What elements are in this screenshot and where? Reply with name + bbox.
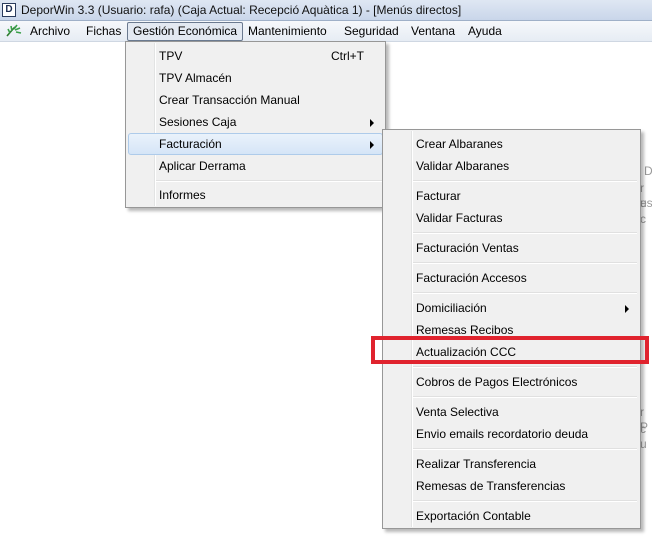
submenu-arrow-icon bbox=[370, 141, 374, 149]
menu-item-cobros-pagos-electronicos[interactable]: Cobros de Pagos Electrónicos bbox=[385, 371, 638, 393]
menu-item-domiciliacion[interactable]: Domiciliación bbox=[385, 297, 638, 319]
menu-item-realizar-transferencia[interactable]: Realizar Transferencia bbox=[385, 453, 638, 475]
menu-item-envio-emails-deuda[interactable]: Envio emails recordatorio deuda bbox=[385, 423, 638, 445]
menu-mantenimiento[interactable]: Mantenimiento bbox=[248, 24, 327, 38]
menu-item-remesas-transferencias[interactable]: Remesas de Transferencias bbox=[385, 475, 638, 497]
menu-item-aplicar-derrama[interactable]: Aplicar Derrama bbox=[128, 155, 383, 177]
submenu-arrow-icon bbox=[625, 305, 629, 313]
title-bar: D DeporWin 3.3 (Usuario: rafa) (Caja Act… bbox=[0, 0, 652, 21]
background-text-fragment: c u bbox=[640, 422, 647, 451]
menu-item-label: Validar Albaranes bbox=[416, 159, 510, 173]
menu-fichas[interactable]: Fichas bbox=[86, 24, 121, 38]
menu-item-label: Facturar bbox=[416, 189, 461, 203]
menu-separator bbox=[413, 500, 637, 502]
menu-item-label: Remesas Recibos bbox=[416, 323, 514, 337]
menu-gestion-economica[interactable]: Gestión Económica bbox=[127, 22, 244, 41]
menu-item-label: Exportación Contable bbox=[416, 509, 531, 523]
menu-item-label: Sesiones Caja bbox=[159, 115, 237, 129]
background-text-fragment: es bbox=[640, 196, 652, 210]
menu-item-label: Facturación bbox=[159, 137, 222, 151]
menu-item-validar-facturas[interactable]: Validar Facturas bbox=[385, 207, 638, 229]
menu-item-label: Remesas de Transferencias bbox=[416, 479, 566, 493]
menu-item-label: Crear Albaranes bbox=[416, 137, 503, 151]
menu-item-label: TPV bbox=[159, 49, 183, 63]
menu-separator bbox=[413, 366, 637, 368]
menu-item-label: Domiciliación bbox=[416, 301, 487, 315]
submenu-arrow-icon bbox=[370, 119, 374, 127]
menu-separator bbox=[413, 448, 637, 450]
menu-item-crear-albaranes[interactable]: Crear Albaranes bbox=[385, 133, 638, 155]
menu-item-label: TPV Almacén bbox=[159, 71, 232, 85]
menu-item-label: Realizar Transferencia bbox=[416, 457, 537, 471]
menu-item-label: Envio emails recordatorio deuda bbox=[416, 427, 589, 441]
annotation-highlight-box bbox=[371, 336, 649, 364]
background-text-fragment: D bbox=[644, 164, 652, 178]
menu-separator bbox=[413, 396, 637, 398]
menu-item-label: Aplicar Derrama bbox=[159, 159, 246, 173]
menu-item-crear-transaccion-manual[interactable]: Crear Transacción Manual bbox=[128, 89, 383, 111]
menu-item-exportacion-contable[interactable]: Exportación Contable bbox=[385, 505, 638, 527]
menu-separator bbox=[413, 292, 637, 294]
gestion-economica-menu: TPV Ctrl+T TPV Almacén Crear Transacción… bbox=[125, 41, 386, 208]
menu-separator bbox=[413, 262, 637, 264]
facturacion-submenu: Crear Albaranes Validar Albaranes Factur… bbox=[382, 129, 641, 529]
menu-item-label: Validar Facturas bbox=[416, 211, 503, 225]
menu-archivo[interactable]: Archivo bbox=[30, 24, 70, 38]
menu-item-sesiones-caja[interactable]: Sesiones Caja bbox=[128, 111, 383, 133]
menu-ventana[interactable]: Ventana bbox=[411, 24, 455, 38]
menu-item-venta-selectiva[interactable]: Venta Selectiva bbox=[385, 401, 638, 423]
shortcut-label: Ctrl+T bbox=[331, 49, 364, 63]
menu-separator bbox=[413, 180, 637, 182]
menu-item-label: Informes bbox=[159, 188, 206, 202]
menu-item-facturacion-ventas[interactable]: Facturación Ventas bbox=[385, 237, 638, 259]
menu-item-label: Venta Selectiva bbox=[416, 405, 499, 419]
menu-item-validar-albaranes[interactable]: Validar Albaranes bbox=[385, 155, 638, 177]
palm-leaf-icon[interactable] bbox=[6, 24, 22, 38]
menu-item-label: Cobros de Pagos Electrónicos bbox=[416, 375, 578, 389]
menu-item-facturacion-accesos[interactable]: Facturación Accesos bbox=[385, 267, 638, 289]
menu-separator bbox=[156, 180, 382, 182]
menu-item-informes[interactable]: Informes bbox=[128, 184, 383, 206]
menu-item-tpv-almacen[interactable]: TPV Almacén bbox=[128, 67, 383, 89]
menu-item-facturar[interactable]: Facturar bbox=[385, 185, 638, 207]
menu-ayuda[interactable]: Ayuda bbox=[468, 24, 502, 38]
app-icon: D bbox=[2, 3, 16, 17]
window-title: DeporWin 3.3 (Usuario: rafa) (Caja Actua… bbox=[21, 3, 462, 17]
menu-item-facturacion[interactable]: Facturación bbox=[128, 133, 383, 155]
menu-seguridad[interactable]: Seguridad bbox=[344, 24, 399, 38]
menu-item-label: Facturación Ventas bbox=[416, 241, 519, 255]
menu-separator bbox=[413, 232, 637, 234]
menu-item-label: Crear Transacción Manual bbox=[159, 93, 300, 107]
menu-item-label: Facturación Accesos bbox=[416, 271, 527, 285]
menu-bar: Archivo Fichas Gestión Económica Manteni… bbox=[0, 21, 652, 42]
menu-item-tpv[interactable]: TPV Ctrl+T bbox=[128, 45, 383, 67]
